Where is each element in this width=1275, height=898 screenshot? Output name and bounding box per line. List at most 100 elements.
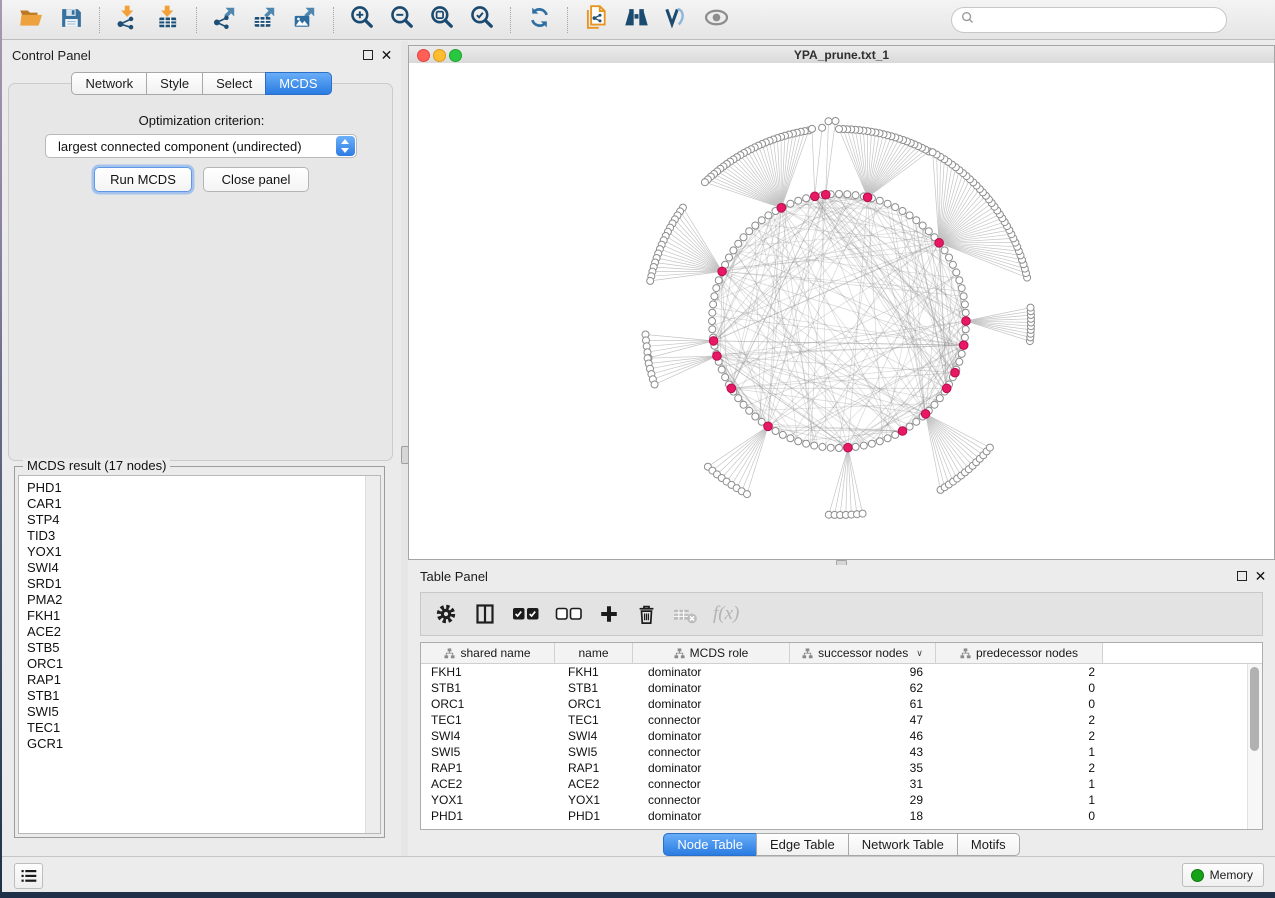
close-table-panel-button[interactable]: ✕ <box>1254 569 1267 582</box>
close-panel-action-button[interactable]: Close panel <box>203 167 309 192</box>
delete-table-button[interactable] <box>673 602 698 627</box>
run-mcds-button[interactable]: Run MCDS <box>94 167 192 192</box>
window-zoom-icon[interactable] <box>449 49 462 62</box>
export-table-button[interactable] <box>246 4 284 36</box>
tab-edge-table[interactable]: Edge Table <box>756 833 849 856</box>
table-row[interactable]: SWI5SWI5connector431 <box>421 744 1248 760</box>
table-row[interactable]: SWI4SWI4dominator462 <box>421 728 1248 744</box>
network-window-titlebar[interactable]: YPA_prune.txt_1 <box>409 46 1274 64</box>
mcds-node-item[interactable]: FKH1 <box>27 608 380 624</box>
zoom-out-button[interactable] <box>383 4 421 36</box>
open-session-button[interactable] <box>12 4 50 36</box>
cell-mcds-role: connector <box>633 777 790 791</box>
zoom-selected-button[interactable] <box>463 4 501 36</box>
tab-network-table[interactable]: Network Table <box>848 833 958 856</box>
mcds-node-item[interactable]: STB1 <box>27 688 380 704</box>
mcds-node-item[interactable]: YOX1 <box>27 544 380 560</box>
create-column-button[interactable] <box>598 603 620 625</box>
table-row[interactable]: RAP1RAP1dominator352 <box>421 760 1248 776</box>
cell-mcds-role: dominator <box>633 697 790 711</box>
column-header-shared-name[interactable]: shared name <box>421 643 555 663</box>
column-header-name[interactable]: name <box>555 643 633 663</box>
mcds-node-item[interactable]: PMA2 <box>27 592 380 608</box>
mcds-node-item[interactable]: ACE2 <box>27 624 380 640</box>
ve-logo-icon <box>663 4 689 35</box>
table-row[interactable]: TEC1TEC1connector472 <box>421 712 1248 728</box>
window-close-icon[interactable] <box>417 49 430 62</box>
save-session-button[interactable] <box>52 4 90 36</box>
mcds-node-item[interactable]: ORC1 <box>27 656 380 672</box>
table-row[interactable]: ORC1ORC1dominator610 <box>421 696 1248 712</box>
tab-network[interactable]: Network <box>71 72 147 95</box>
table-scrollbar[interactable] <box>1247 664 1262 829</box>
mcds-node-item[interactable]: STP4 <box>27 512 380 528</box>
zoom-fit-button[interactable] <box>423 4 461 36</box>
tab-motifs[interactable]: Motifs <box>957 833 1020 856</box>
float-panel-button[interactable] <box>361 48 374 61</box>
delete-column-button[interactable] <box>635 603 658 626</box>
close-panel-button[interactable]: ✕ <box>380 48 393 61</box>
cell-successor-nodes: 18 <box>790 809 936 823</box>
cell-shared-name: FKH1 <box>421 665 555 679</box>
cell-shared-name: ORC1 <box>421 697 555 711</box>
table-panel: Table Panel ✕ f(x) shared name name <box>408 565 1275 857</box>
optimization-criterion-select[interactable]: largest connected component (undirected) <box>45 134 357 158</box>
mcds-list-scrollbar[interactable] <box>365 476 380 833</box>
function-builder-button[interactable]: f(x) <box>713 603 739 625</box>
column-header-predecessor-nodes[interactable]: predecessor nodes <box>936 643 1103 663</box>
import-table-button[interactable] <box>149 4 187 36</box>
vizmapper-button[interactable] <box>657 4 695 36</box>
export-network-button[interactable] <box>206 4 244 36</box>
cell-predecessor-nodes: 0 <box>936 681 1103 695</box>
share-network-document-button[interactable] <box>577 4 615 36</box>
graphics-details-button[interactable] <box>697 4 735 36</box>
cell-name: PHD1 <box>555 809 633 823</box>
show-columns-button[interactable] <box>473 602 497 626</box>
column-header-successor-nodes[interactable]: successor nodes ∨ <box>790 643 936 663</box>
table-row[interactable]: STB1STB1dominator620 <box>421 680 1248 696</box>
table-row[interactable]: FKH1FKH1dominator962 <box>421 664 1248 680</box>
mcds-node-item[interactable]: SWI4 <box>27 560 380 576</box>
find-button[interactable] <box>617 4 655 36</box>
mcds-node-item[interactable]: PHD1 <box>27 480 380 496</box>
memory-button[interactable]: Memory <box>1182 863 1264 887</box>
float-icon <box>1237 571 1247 581</box>
search-input[interactable] <box>979 12 1217 28</box>
tab-mcds[interactable]: MCDS <box>265 72 331 95</box>
mcds-node-item[interactable]: STB5 <box>27 640 380 656</box>
tab-select[interactable]: Select <box>202 72 266 95</box>
mcds-node-item[interactable]: TID3 <box>27 528 380 544</box>
cell-shared-name: ACE2 <box>421 777 555 791</box>
network-canvas <box>409 63 1274 559</box>
mcds-node-item[interactable]: RAP1 <box>27 672 380 688</box>
mcds-node-item[interactable]: TEC1 <box>27 720 380 736</box>
task-history-button[interactable] <box>14 863 43 889</box>
zoom-in-button[interactable] <box>343 4 381 36</box>
mcds-node-item[interactable]: CAR1 <box>27 496 380 512</box>
table-row[interactable]: YOX1YOX1connector291 <box>421 792 1248 808</box>
table-settings-button[interactable] <box>434 602 458 626</box>
network-graph[interactable] <box>409 63 1274 559</box>
cell-shared-name: SWI5 <box>421 745 555 759</box>
cell-successor-nodes: 96 <box>790 665 936 679</box>
export-image-button[interactable] <box>286 4 324 36</box>
unselect-all-columns-button[interactable] <box>555 606 583 622</box>
table-row[interactable]: ACE2ACE2connector311 <box>421 776 1248 792</box>
tab-node-table[interactable]: Node Table <box>663 833 757 856</box>
float-table-panel-button[interactable] <box>1235 569 1248 582</box>
scrollbar-thumb[interactable] <box>1250 667 1259 751</box>
window-minimize-icon[interactable] <box>433 49 446 62</box>
mcds-result-title: MCDS result (17 nodes) <box>23 458 170 473</box>
dropdown-stepper-icon <box>336 136 355 156</box>
mcds-node-item[interactable]: GCR1 <box>27 736 380 752</box>
tab-style[interactable]: Style <box>146 72 203 95</box>
mcds-node-item[interactable]: SRD1 <box>27 576 380 592</box>
select-all-columns-button[interactable] <box>512 606 540 622</box>
column-header-mcds-role[interactable]: MCDS role <box>633 643 790 663</box>
mcds-node-item[interactable]: SWI5 <box>27 704 380 720</box>
mcds-result-list[interactable]: PHD1CAR1STP4TID3YOX1SWI4SRD1PMA2FKH1ACE2… <box>18 475 381 834</box>
vertical-splitter[interactable] <box>401 41 408 857</box>
table-row[interactable]: PHD1PHD1dominator180 <box>421 808 1248 824</box>
refresh-button[interactable] <box>520 4 558 36</box>
import-network-button[interactable] <box>109 4 147 36</box>
